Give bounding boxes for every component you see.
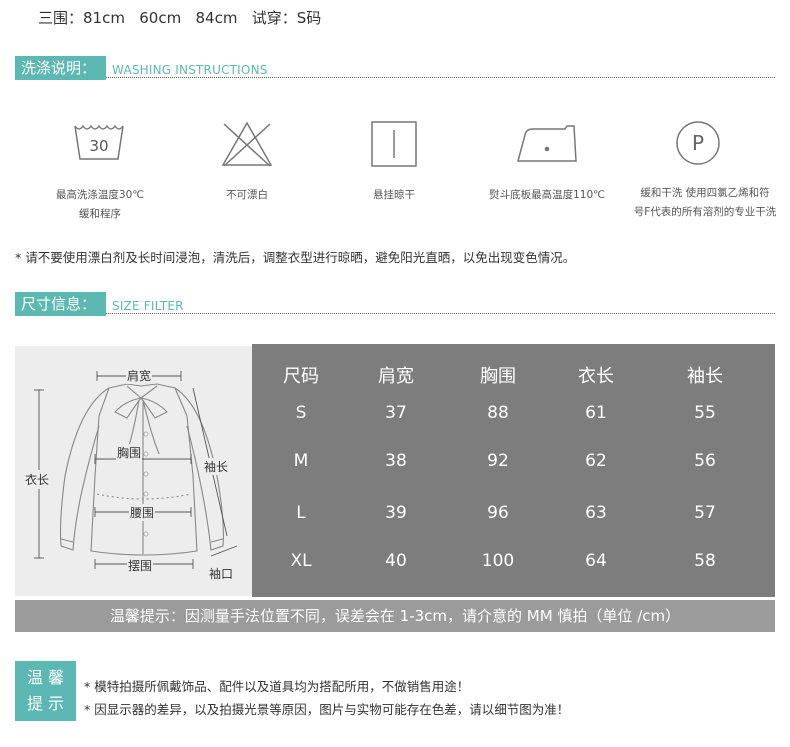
table-header: 肩宽 (378, 366, 414, 387)
wash-temp-text: 30 (89, 137, 108, 155)
table-cell: 40 (385, 551, 407, 571)
size-subtitle: SIZE FILTER (112, 299, 184, 313)
table-cell: 88 (487, 403, 509, 423)
divider (106, 313, 775, 314)
table-cell: 56 (694, 451, 716, 471)
care-label-wash: 最高洗涤温度30℃ 缓和程序 (55, 189, 145, 220)
table-cell: M (293, 451, 309, 471)
washing-title: 洗涤说明： (15, 56, 106, 80)
care-label-no-bleach: 不可漂白 (226, 189, 268, 201)
table-cell: 55 (694, 403, 716, 423)
care-label-dry-clean: 缓和干洗 使用四氯乙烯和符 号F代表的所有溶剂的专业干洗 (633, 187, 777, 218)
wash-30-icon: 30 (74, 124, 124, 160)
table-header: 袖长 (687, 366, 723, 387)
care-label-iron: 熨斗底板最高温度110℃ (489, 189, 605, 201)
table-cell: 64 (585, 551, 607, 571)
measurement-tip: 温馨提示：因测量手法位置不同，误差会在 1-3cm，请介意的 MM 慎拍（单位 … (15, 600, 775, 632)
label-cuff: 袖口 (209, 567, 234, 581)
table-cell: 38 (385, 451, 407, 471)
table-cell: L (296, 503, 306, 523)
table-cell: S (295, 403, 307, 423)
iron-icon (517, 125, 577, 162)
warm-tip-line: * 模特拍摄所佩戴饰品、配件以及道具均为搭配所用，不做销售用途！ (84, 679, 470, 694)
size-title: 尺寸信息： (15, 292, 106, 316)
size-table: 尺码 肩宽 胸围 衣长 袖长 S 37 88 61 55 M 38 92 62 … (252, 344, 775, 597)
model-measurements: 三围：81cm 60cm 84cm 试穿：S码 (38, 9, 322, 27)
washing-note: * 请不要使用漂白剂及长时间浸泡，清洗后，调整衣型进行晾晒，避免阳光直晒，以免出… (15, 250, 576, 265)
warm-tip-line: * 因显示器的差异，以及拍摄光景等原因，图片与实物可能存在色差，请以细节图为准！ (84, 702, 570, 717)
table-cell: 57 (694, 503, 716, 523)
label-waist: 腰围 (129, 504, 156, 521)
warm-tips-badge: 温 馨 提 示 (15, 661, 76, 721)
table-cell: 96 (487, 503, 509, 523)
label-hem: 摆围 (127, 557, 154, 574)
label-chest: 胸围 (116, 444, 143, 461)
table-cell: 92 (487, 451, 509, 471)
table-cell: 100 (481, 551, 515, 571)
table-header: 尺码 (283, 366, 319, 387)
size-section-header: 尺寸信息： SIZE FILTER (15, 292, 775, 316)
measurement-diagram: 肩宽 胸围 衣长 袖长 腰围 摆围 袖口 (15, 346, 252, 596)
table-cell: 63 (585, 503, 607, 523)
table-header: 胸围 (480, 366, 516, 387)
table-cell: 37 (385, 403, 407, 423)
no-bleach-icon (221, 121, 273, 167)
label-shoulder: 肩宽 (126, 367, 153, 384)
label-sleeve: 袖长 (203, 458, 230, 475)
table-header: 衣长 (578, 366, 614, 387)
table-cell: 62 (585, 451, 607, 471)
dry-clean-p-icon: P (676, 121, 720, 165)
label-length: 衣长 (25, 470, 50, 489)
table-cell: 39 (385, 503, 407, 523)
washing-subtitle: WASHING INSTRUCTIONS (112, 63, 268, 77)
table-cell: 58 (694, 551, 716, 571)
table-cell: XL (290, 551, 312, 571)
care-label-hang-dry: 悬挂晾干 (373, 189, 415, 201)
table-cell: 61 (585, 403, 607, 423)
dry-clean-letter: P (692, 131, 704, 155)
divider (106, 77, 775, 78)
hang-dry-icon (371, 121, 417, 167)
washing-section-header: 洗涤说明： WASHING INSTRUCTIONS (15, 56, 775, 80)
